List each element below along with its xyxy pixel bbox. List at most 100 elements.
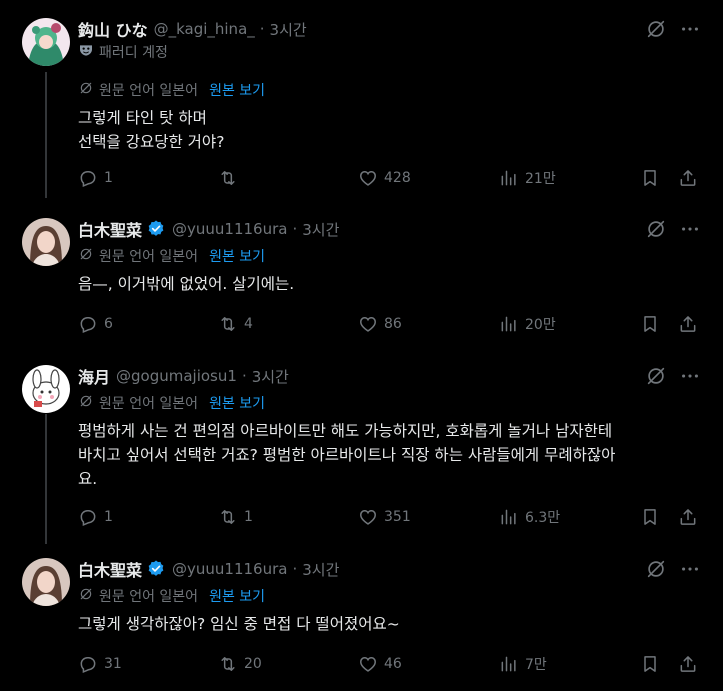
translate-icon — [78, 393, 94, 413]
bookmark-button[interactable] — [640, 507, 660, 527]
grok-icon[interactable] — [645, 218, 667, 240]
reply-count: 31 — [104, 656, 122, 672]
show-original-link[interactable]: 원본 보기 — [209, 80, 265, 100]
share-icon — [678, 507, 698, 527]
display-name[interactable]: 白木聖菜 — [78, 557, 142, 581]
grok-icon[interactable] — [645, 18, 667, 40]
avatar[interactable] — [22, 365, 70, 413]
show-original-link[interactable]: 원본 보기 — [209, 586, 265, 606]
translate-label: 원문 언어 일본어 — [99, 589, 199, 605]
separator-dot: · — [292, 220, 298, 238]
display-name[interactable]: 鈎山 ひな — [78, 17, 148, 41]
action-bar: 1 428 21만 — [78, 168, 700, 190]
views-icon — [499, 507, 519, 527]
translation-notice: 원문 언어 일본어 원본 보기 — [78, 246, 265, 266]
repost-icon — [218, 168, 238, 188]
handle[interactable]: @gogumajiosu1 — [116, 367, 237, 385]
bookmark-icon — [640, 168, 660, 188]
like-icon — [358, 507, 378, 527]
more-icon[interactable] — [679, 218, 701, 240]
reply-icon — [78, 507, 98, 527]
action-bar: 1 1 351 6.3만 — [78, 507, 700, 529]
views-button[interactable]: 7만 — [499, 654, 547, 674]
repost-count: 4 — [244, 316, 253, 332]
separator-dot: · — [292, 560, 298, 578]
tweet-text: 그렇게 타인 탓 하며 선택을 강요당한 거야? — [78, 109, 225, 151]
views-count: 20만 — [525, 317, 556, 333]
like-button[interactable]: 428 — [358, 168, 411, 188]
tweet[interactable]: 海月 @gogumajiosu1 · 3시간 원문 언어 일본어 원본 보기 평… — [0, 365, 723, 535]
translation-notice: 원문 언어 일본어 원본 보기 — [78, 80, 265, 100]
repost-button[interactable] — [218, 168, 244, 188]
like-button[interactable]: 351 — [358, 507, 411, 527]
grok-icon[interactable] — [645, 365, 667, 387]
reply-button[interactable]: 31 — [78, 654, 122, 674]
more-icon[interactable] — [679, 365, 701, 387]
like-button[interactable]: 86 — [358, 314, 402, 334]
like-icon — [358, 654, 378, 674]
more-icon[interactable] — [679, 18, 701, 40]
repost-button[interactable]: 20 — [218, 654, 262, 674]
tweet[interactable]: 白木聖菜 @yuuu1116ura · 3시간 원문 언어 일본어 원본 보기 … — [0, 558, 723, 678]
more-icon[interactable] — [679, 558, 701, 580]
tweet-text: 그렇게 생각하잖아? 임신 중 면접 다 떨어졌어요~ — [78, 615, 400, 633]
repost-icon — [218, 507, 238, 527]
share-button[interactable] — [678, 314, 698, 334]
bookmark-button[interactable] — [640, 654, 660, 674]
bookmark-button[interactable] — [640, 168, 660, 188]
repost-button[interactable]: 1 — [218, 507, 253, 527]
reply-icon — [78, 314, 98, 334]
repost-count: 20 — [244, 656, 262, 672]
views-icon — [499, 654, 519, 674]
display-name[interactable]: 白木聖菜 — [78, 217, 142, 241]
bookmark-icon — [640, 507, 660, 527]
reply-count: 1 — [104, 170, 113, 186]
like-count: 86 — [384, 316, 402, 332]
avatar[interactable] — [22, 558, 70, 606]
handle[interactable]: @yuuu1116ura — [172, 220, 287, 238]
tweet[interactable]: 白木聖菜 @yuuu1116ura · 3시간 원문 언어 일본어 원본 보기 … — [0, 218, 723, 338]
timestamp[interactable]: 3시간 — [302, 219, 339, 240]
show-original-link[interactable]: 원본 보기 — [209, 393, 265, 413]
repost-icon — [218, 314, 238, 334]
share-icon — [678, 314, 698, 334]
display-name[interactable]: 海月 — [78, 364, 110, 388]
avatar[interactable] — [22, 18, 70, 66]
timestamp[interactable]: 3시간 — [252, 366, 289, 387]
timestamp[interactable]: 3시간 — [270, 19, 307, 40]
tweet-text: 평범하게 사는 건 편의점 아르바이트만 해도 가능하지만, 호화롭게 놀거나 … — [78, 422, 616, 488]
verified-badge-icon — [146, 219, 166, 239]
translate-icon — [78, 586, 94, 606]
share-button[interactable] — [678, 507, 698, 527]
views-button[interactable]: 21만 — [499, 168, 556, 188]
share-button[interactable] — [678, 654, 698, 674]
timestamp[interactable]: 3시간 — [302, 559, 339, 580]
tweet-text: 음—, 이거밖에 없었어. 살기에는. — [78, 275, 295, 293]
reply-button[interactable]: 1 — [78, 507, 113, 527]
avatar[interactable] — [22, 218, 70, 266]
reply-count: 6 — [104, 316, 113, 332]
tweet[interactable]: 鈎山 ひな @_kagi_hina_ · 3시간 패러디 계정 원문 언어 일본… — [0, 18, 723, 198]
like-count: 351 — [384, 509, 411, 525]
reply-button[interactable]: 6 — [78, 314, 113, 334]
parody-text: 패러디 계정 — [99, 45, 168, 61]
like-icon — [358, 168, 378, 188]
handle[interactable]: @yuuu1116ura — [172, 560, 287, 578]
repost-button[interactable]: 4 — [218, 314, 253, 334]
handle[interactable]: @_kagi_hina_ — [154, 20, 255, 38]
reply-icon — [78, 654, 98, 674]
share-icon — [678, 654, 698, 674]
separator-dot: · — [241, 367, 247, 385]
bookmark-button[interactable] — [640, 314, 660, 334]
reply-button[interactable]: 1 — [78, 168, 113, 188]
like-button[interactable]: 46 — [358, 654, 402, 674]
show-original-link[interactable]: 원본 보기 — [209, 246, 265, 266]
grok-icon[interactable] — [645, 558, 667, 580]
bookmark-icon — [640, 314, 660, 334]
views-count: 6.3만 — [525, 510, 561, 526]
views-button[interactable]: 6.3만 — [499, 507, 560, 527]
repost-count: 1 — [244, 509, 253, 525]
share-button[interactable] — [678, 168, 698, 188]
views-button[interactable]: 20만 — [499, 314, 556, 334]
parody-label: 패러디 계정 — [78, 42, 168, 62]
